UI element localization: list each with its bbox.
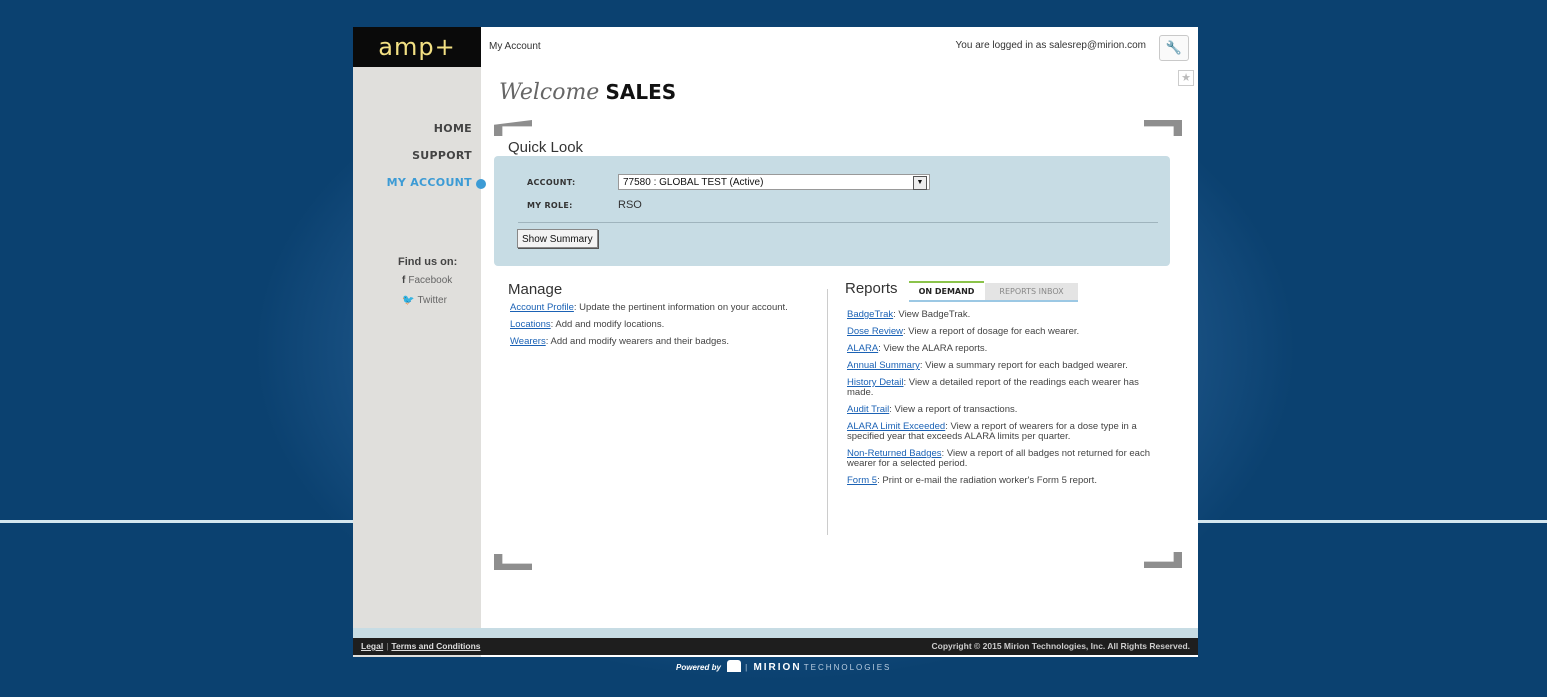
nav-item-my-account[interactable]: MY ACCOUNT	[387, 176, 472, 189]
list-item-desc: : View the ALARA reports.	[878, 343, 988, 354]
badgetrak-link[interactable]: BadgeTrak	[847, 309, 893, 320]
reports-list: BadgeTrak: View BadgeTrak. Dose Review: …	[847, 310, 1155, 493]
twitter-label: Twitter	[417, 295, 447, 306]
list-item-desc: : View a report of transactions.	[889, 404, 1018, 415]
role-label: MY ROLE:	[527, 201, 573, 210]
list-item: Dose Review: View a report of dosage for…	[847, 327, 1155, 337]
audit-trail-link[interactable]: Audit Trail	[847, 404, 889, 415]
quick-look-divider	[518, 222, 1158, 223]
powered-by-label: Powered by	[676, 663, 721, 672]
main-panel: amp+ My Account You are logged in as sal…	[353, 27, 1198, 657]
alara-link[interactable]: ALARA	[847, 343, 878, 354]
wrench-icon: 🔧	[1165, 40, 1183, 55]
wearers-link[interactable]: Wearers	[510, 336, 546, 347]
list-item: Non-Returned Badges: View a report of al…	[847, 449, 1155, 469]
brand-name: MIRION	[753, 662, 802, 673]
corner-bracket-bottom-right	[1144, 552, 1182, 568]
reports-title: Reports	[845, 280, 898, 297]
active-nav-indicator	[476, 179, 486, 189]
welcome-prefix: Welcome	[499, 80, 600, 105]
corner-bracket-top-right	[1144, 120, 1182, 136]
star-icon: ★	[1181, 72, 1191, 84]
manage-title: Manage	[508, 281, 563, 298]
nav-item-support[interactable]: SUPPORT	[387, 149, 472, 162]
quick-look-title: Quick Look	[508, 139, 584, 156]
corner-bracket-top-left	[494, 120, 532, 136]
account-profile-link[interactable]: Account Profile	[510, 302, 574, 313]
account-select[interactable]: 77580 : GLOBAL TEST (Active) ▼	[618, 174, 930, 190]
list-item: Form 5: Print or e-mail the radiation wo…	[847, 476, 1155, 486]
show-summary-button[interactable]: Show Summary	[517, 229, 598, 248]
column-divider	[827, 289, 828, 535]
list-item-desc: : Print or e-mail the radiation worker's…	[877, 475, 1097, 486]
manage-list: Account Profile: Update the pertinent in…	[510, 302, 820, 353]
powered-by: Powered by | MIRION TECHNOLOGIES	[676, 660, 891, 673]
list-item: Wearers: Add and modify wearers and thei…	[510, 336, 820, 347]
logged-in-text: You are logged in as salesrep@mirion.com	[955, 40, 1146, 51]
list-item-desc: : Add and modify locations.	[550, 319, 665, 330]
facebook-icon: f	[402, 275, 406, 286]
list-item-desc: : View a report of dosage for each weare…	[902, 326, 1080, 337]
favorite-star-button[interactable]: ★	[1178, 70, 1194, 86]
quick-look-panel: ACCOUNT: 77580 : GLOBAL TEST (Active) ▼ …	[494, 156, 1170, 266]
footer-separator: |	[386, 641, 389, 651]
facebook-link[interactable]: f Facebook	[402, 275, 452, 286]
list-item-desc: : View a summary report for each badged …	[919, 360, 1128, 371]
form-5-link[interactable]: Form 5	[847, 475, 877, 486]
mirion-logo-icon	[727, 660, 742, 672]
account-label: ACCOUNT:	[527, 178, 576, 187]
list-item-desc: : Update the pertinent information on yo…	[573, 302, 788, 313]
brand-suffix: TECHNOLOGIES	[803, 663, 892, 672]
list-item: ALARA: View the ALARA reports.	[847, 344, 1155, 354]
list-item-desc: : Add and modify wearers and their badge…	[545, 336, 729, 347]
settings-wrench-button[interactable]: 🔧	[1159, 35, 1189, 61]
dose-review-link[interactable]: Dose Review	[847, 326, 903, 337]
role-value: RSO	[618, 199, 642, 211]
page-title: Welcome SALES	[499, 79, 676, 105]
amp-logo[interactable]: amp+	[353, 27, 481, 67]
footer-strip	[353, 628, 1198, 638]
list-item: ALARA Limit Exceeded: View a report of w…	[847, 422, 1155, 442]
sidebar-nav: HOME SUPPORT MY ACCOUNT	[387, 122, 472, 203]
tab-reports-inbox[interactable]: REPORTS INBOX	[985, 283, 1078, 300]
terms-link[interactable]: Terms and Conditions	[391, 641, 480, 651]
list-item: Audit Trail: View a report of transactio…	[847, 405, 1155, 415]
copyright-text: Copyright © 2015 Mirion Technologies, In…	[931, 641, 1190, 651]
reports-tabs: ON DEMAND REPORTS INBOX	[909, 281, 1078, 302]
legal-link[interactable]: Legal	[361, 641, 383, 651]
twitter-icon: 🐦	[402, 295, 415, 306]
list-item: Locations: Add and modify locations.	[510, 319, 820, 330]
tab-on-demand[interactable]: ON DEMAND	[909, 281, 984, 300]
facebook-label: Facebook	[408, 275, 453, 286]
breadcrumb: My Account	[489, 41, 541, 52]
footer-links: Legal | Terms and Conditions	[361, 638, 481, 655]
dropdown-arrow-icon: ▼	[913, 176, 927, 190]
top-bar: My Account You are logged in as salesrep…	[481, 27, 1198, 67]
list-item: History Detail: View a detailed report o…	[847, 378, 1155, 398]
annual-summary-link[interactable]: Annual Summary	[847, 360, 920, 371]
locations-link[interactable]: Locations	[510, 319, 551, 330]
corner-bracket-bottom-left	[494, 554, 532, 570]
welcome-user-name: SALES	[605, 80, 677, 104]
list-item: Annual Summary: View a summary report fo…	[847, 361, 1155, 371]
list-item-desc: : View BadgeTrak.	[893, 309, 971, 320]
nav-item-home[interactable]: HOME	[387, 122, 472, 135]
footer: Legal | Terms and Conditions Copyright © 2…	[353, 638, 1198, 655]
account-select-value: 77580 : GLOBAL TEST (Active)	[623, 177, 764, 188]
brand-separator: |	[745, 663, 748, 672]
list-item: BadgeTrak: View BadgeTrak.	[847, 310, 1155, 320]
twitter-link[interactable]: 🐦 Twitter	[402, 295, 447, 306]
find-us-label: Find us on:	[398, 256, 458, 268]
list-item: Account Profile: Update the pertinent in…	[510, 302, 820, 313]
